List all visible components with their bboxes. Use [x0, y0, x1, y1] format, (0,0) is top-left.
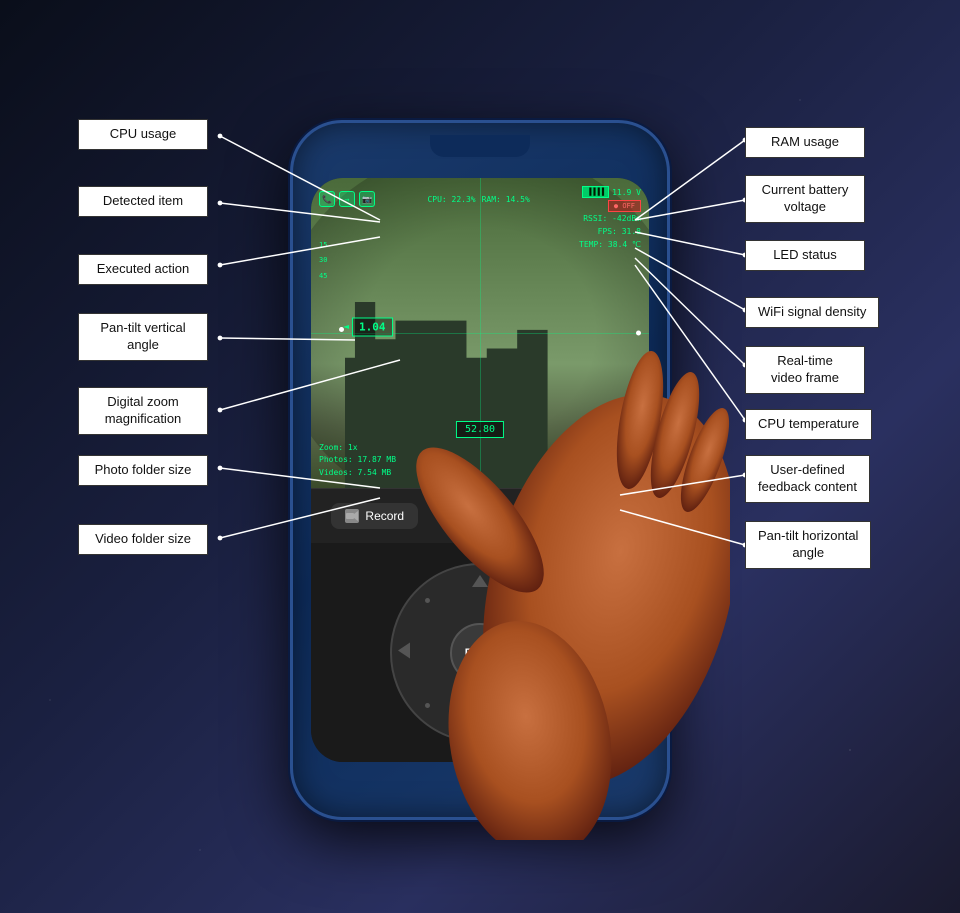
- scale-30: 30: [319, 253, 327, 268]
- label-wifi-signal: WiFi signal density: [745, 297, 879, 328]
- executed-action-text: Executed action: [97, 261, 190, 276]
- hud-battery-row: ▐▐▐▐ 11.9 V: [582, 186, 641, 198]
- battery-voltage-text: Current batteryvoltage: [762, 182, 849, 214]
- hud-right-info: ▐▐▐▐ 11.9 V ● OFF: [582, 186, 641, 212]
- hud-icons: 📞 → 📷: [319, 191, 375, 207]
- label-executed-action: Executed action: [78, 254, 208, 285]
- phone-icon: 📞: [319, 191, 335, 207]
- hud-center-stats: CPU: 22.3% RAM: 14.5%: [427, 195, 529, 204]
- pan-horizontal-text: Pan-tilt horizontalangle: [758, 528, 858, 560]
- phone-notch: [430, 135, 530, 157]
- hud-rssi: RSSI: -42dBm: [579, 213, 641, 226]
- camera-icon: 📷: [359, 191, 375, 207]
- vertical-scale: 15 30 45: [319, 238, 327, 284]
- video-folder-size-text: Video folder size: [95, 531, 191, 546]
- battery-bar: ▐▐▐▐: [582, 186, 609, 198]
- scale-45: 45: [319, 269, 327, 284]
- realtime-frame-text: Real-timevideo frame: [771, 353, 839, 385]
- led-status-text: LED status: [773, 247, 837, 262]
- ram-usage-text: RAM usage: [771, 134, 839, 149]
- cpu-temp-text: CPU temperature: [758, 416, 859, 431]
- hud-ram-stat: RAM: 14.5%: [482, 195, 530, 204]
- label-battery-voltage: Current batteryvoltage: [745, 175, 865, 223]
- hud-fps: FPS: 31.8: [579, 226, 641, 239]
- hand-image: [330, 240, 730, 840]
- hud-cpu-stat: CPU: 22.3%: [427, 195, 475, 204]
- detected-item-text: Detected item: [103, 193, 183, 208]
- label-video-folder-size: Video folder size: [78, 524, 208, 555]
- label-cpu-temp: CPU temperature: [745, 409, 872, 440]
- label-realtime-frame: Real-timevideo frame: [745, 346, 865, 394]
- user-feedback-text: User-definedfeedback content: [758, 462, 857, 494]
- battery-voltage-value: 11.9 V: [612, 188, 641, 197]
- label-led-status: LED status: [745, 240, 865, 271]
- phone-device: 📞 → 📷 CPU: 22.3% RAM: 14.5% ▐▐▐▐ 11.9 V: [290, 120, 670, 820]
- label-digital-zoom: Digital zoommagnification: [78, 387, 208, 435]
- label-photo-folder-size: Photo folder size: [78, 455, 208, 486]
- label-user-feedback: User-definedfeedback content: [745, 455, 870, 503]
- label-cpu-usage: CPU usage: [78, 119, 208, 150]
- hud-led-indicator: ● OFF: [608, 200, 641, 212]
- cpu-usage-text: CPU usage: [110, 126, 176, 141]
- label-pan-horizontal: Pan-tilt horizontalangle: [745, 521, 871, 569]
- digital-zoom-text: Digital zoommagnification: [105, 394, 182, 426]
- label-pan-tilt-vertical: Pan-tilt verticalangle: [78, 313, 208, 361]
- pan-tilt-vertical-text: Pan-tilt verticalangle: [100, 320, 185, 352]
- arrow-icon: →: [339, 191, 355, 207]
- label-detected-item: Detected item: [78, 186, 208, 217]
- scale-15: 15: [319, 238, 327, 253]
- label-ram-usage: RAM usage: [745, 127, 865, 158]
- photo-folder-size-text: Photo folder size: [95, 462, 192, 477]
- wifi-signal-text: WiFi signal density: [758, 304, 866, 319]
